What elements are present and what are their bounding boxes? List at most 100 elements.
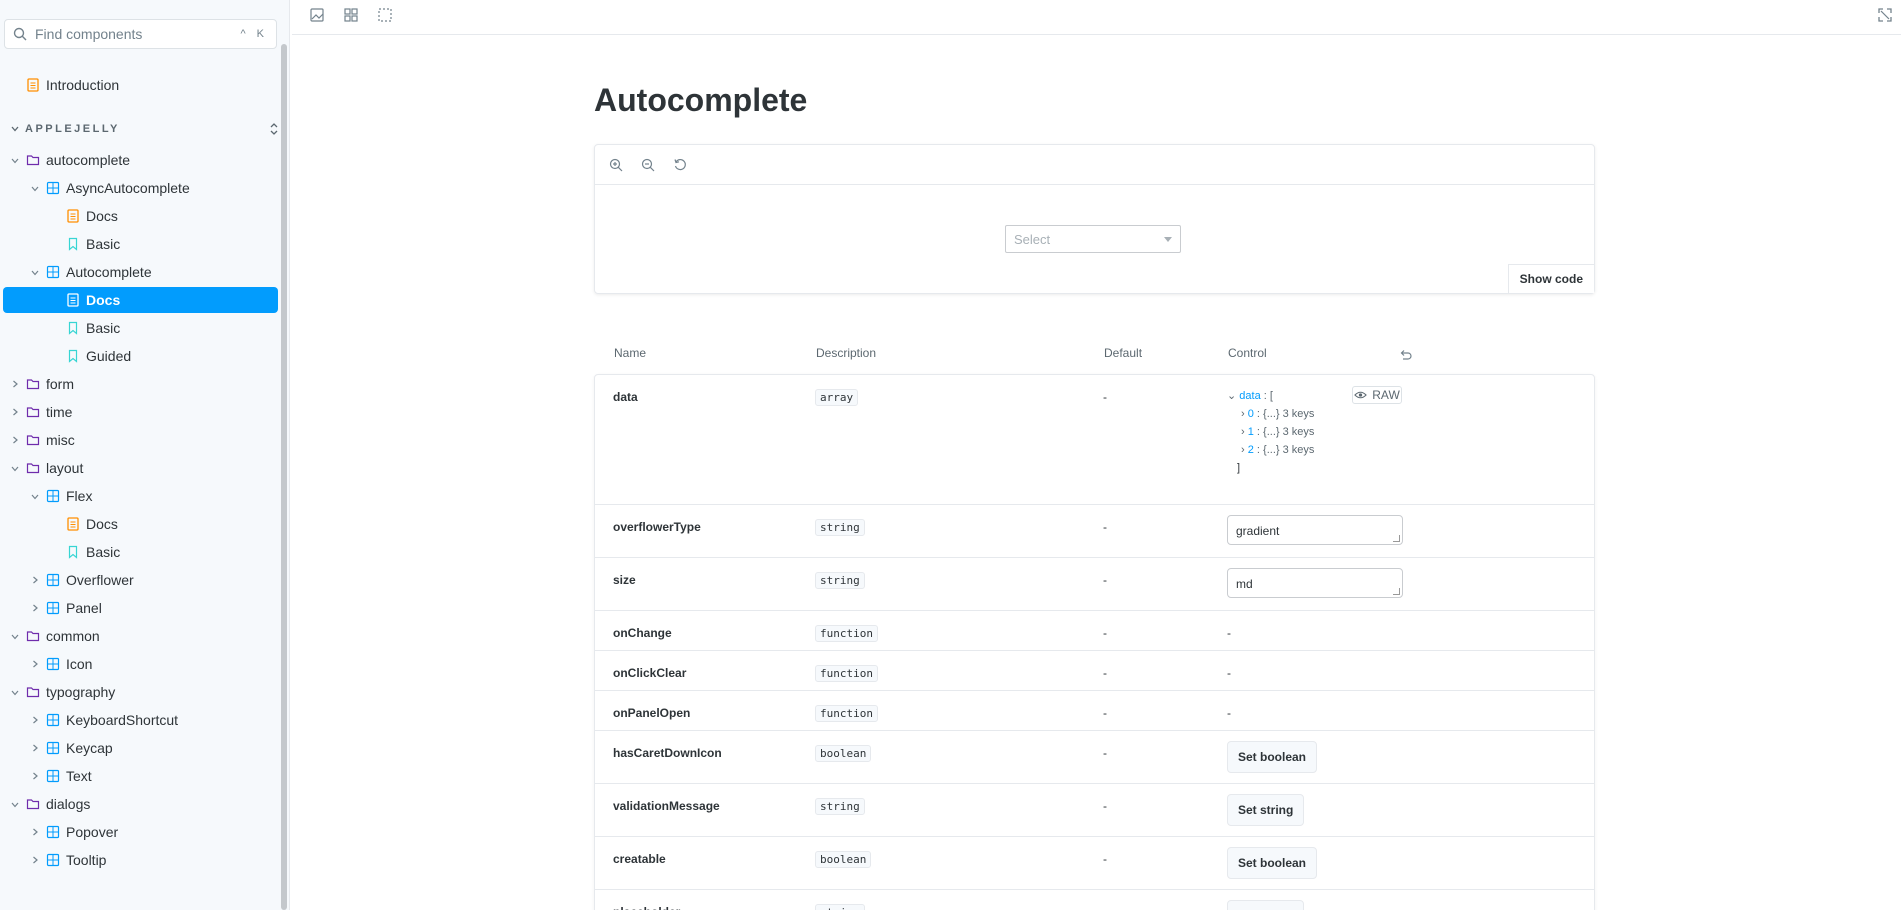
sidebar-item-label: Popover — [66, 824, 119, 840]
chevron-down-icon — [31, 494, 39, 500]
sidebar-item-label: Docs — [86, 208, 118, 224]
chevron-right-icon — [33, 772, 38, 780]
sidebar-item-label: Text — [66, 768, 92, 784]
toolbar — [292, 0, 1901, 35]
autocomplete-select[interactable]: Select — [1005, 225, 1181, 253]
sidebar-item-misc[interactable]: misc — [0, 427, 75, 453]
chevron-down-icon — [31, 186, 39, 192]
sidebar-item-typography[interactable]: typography — [0, 679, 115, 705]
sidebar-item-text[interactable]: Text — [0, 763, 92, 789]
preview-toolbar — [595, 145, 1594, 185]
sidebar-item-basic[interactable]: Basic — [0, 231, 120, 257]
sidebar: Find components ^ K Introduction APPLEJE… — [0, 0, 290, 910]
text-field[interactable]: md — [1227, 568, 1403, 598]
sidebar-item-docs[interactable]: Docs — [3, 287, 278, 313]
object-control[interactable]: ⌄ data : [› 0 : {...} 3 keys › 1 : {...} … — [1227, 387, 1314, 477]
sidebar-item-label: Autocomplete — [66, 264, 152, 280]
args-table: data array - ⌄ data : [› 0 : {...} 3 key… — [594, 374, 1595, 910]
sidebar-item-panel[interactable]: Panel — [0, 595, 102, 621]
sidebar-item-label: Docs — [86, 292, 121, 308]
sidebar-item-common[interactable]: common — [0, 623, 100, 649]
sidebar-item-label: form — [46, 376, 74, 392]
set-string-button[interactable]: Set string — [1227, 794, 1305, 826]
raw-button[interactable]: RAW — [1352, 386, 1402, 404]
arg-type: string — [815, 519, 865, 536]
sidebar-item-overflower[interactable]: Overflower — [0, 567, 134, 593]
docs-canvas: Autocomplete Select Show code Name Descr… — [292, 36, 1901, 910]
table-row: data array - ⌄ data : [› 0 : {...} 3 key… — [595, 375, 1594, 505]
search-icon — [13, 27, 27, 41]
sidebar-item-label: AsyncAutocomplete — [66, 180, 190, 196]
json-entry[interactable]: › 2 : {...} 3 keys — [1227, 441, 1314, 459]
sidebar-item-keyboardshortcut[interactable]: KeyboardShortcut — [0, 707, 178, 733]
sidebar-item-asyncautocomplete[interactable]: AsyncAutocomplete — [0, 175, 190, 201]
sidebar-item-autocomplete[interactable]: Autocomplete — [0, 259, 152, 285]
component-icon — [46, 601, 60, 615]
search-input[interactable]: Find components ^ K — [4, 19, 277, 49]
size-input[interactable]: md — [1227, 568, 1403, 598]
arg-type: function — [815, 625, 878, 642]
zoom-out-icon[interactable] — [641, 158, 655, 172]
json-entry[interactable]: › 1 : {...} 3 keys — [1227, 423, 1314, 441]
sidebar-item-docs[interactable]: Docs — [0, 511, 118, 537]
sidebar-item-time[interactable]: time — [0, 399, 72, 425]
chevron-right-icon — [13, 408, 18, 416]
show-code-button[interactable]: Show code — [1507, 264, 1594, 293]
component-icon — [46, 181, 60, 195]
sidebar-item-icon[interactable]: Icon — [0, 651, 92, 677]
text-field[interactable]: gradient — [1227, 515, 1403, 545]
arg-name: hasCaretDownIcon — [613, 746, 722, 760]
component-icon — [46, 741, 60, 755]
arg-name: data — [613, 390, 638, 404]
sidebar-item-form[interactable]: form — [0, 371, 74, 397]
sidebar-section-header[interactable]: APPLEJELLY — [10, 119, 280, 139]
component-icon — [46, 713, 60, 727]
json-entry[interactable]: › 0 : {...} 3 keys — [1227, 405, 1314, 423]
fullscreen-icon[interactable] — [1877, 7, 1893, 23]
zoom-in-icon[interactable] — [609, 158, 623, 172]
sidebar-item-introduction[interactable]: Introduction — [26, 72, 119, 98]
table-row: overflowerType string - gradient — [595, 505, 1594, 558]
sidebar-item-autocomplete[interactable]: autocomplete — [0, 147, 130, 173]
outline-icon[interactable] — [377, 7, 393, 23]
sidebar-item-label: Introduction — [46, 77, 120, 93]
component-icon — [46, 853, 60, 867]
sidebar-item-label: Basic — [86, 544, 121, 560]
sidebar-item-popover[interactable]: Popover — [0, 819, 118, 845]
bookmark-icon — [68, 349, 78, 363]
sidebar-item-label: Basic — [86, 320, 121, 336]
set-boolean-button[interactable]: Set boolean — [1227, 741, 1318, 773]
grid-icon[interactable] — [343, 7, 359, 23]
chevron-right-icon — [13, 436, 18, 444]
bookmark-icon — [68, 237, 78, 251]
sidebar-item-label: Keycap — [66, 740, 113, 756]
table-row: placeholder string - Set string — [595, 890, 1594, 910]
reset-controls-icon[interactable] — [1398, 348, 1412, 362]
sidebar-item-flex[interactable]: Flex — [0, 483, 92, 509]
folder-icon — [26, 463, 40, 474]
sidebar-item-docs[interactable]: Docs — [0, 203, 118, 229]
image-icon[interactable] — [309, 7, 325, 23]
set-boolean-button[interactable]: Set boolean — [1227, 847, 1318, 879]
overflowerType-input[interactable]: gradient — [1227, 515, 1403, 545]
search-shortcut: ^ K — [240, 28, 268, 40]
sidebar-item-basic[interactable]: Basic — [0, 539, 120, 565]
expand-collapse-icon[interactable] — [268, 121, 280, 137]
folder-icon — [26, 155, 40, 166]
sidebar-item-guided[interactable]: Guided — [0, 343, 131, 369]
sidebar-item-layout[interactable]: layout — [0, 455, 83, 481]
sidebar-item-keycap[interactable]: Keycap — [0, 735, 113, 761]
arg-default: - — [1103, 905, 1107, 910]
search-placeholder: Find components — [35, 26, 143, 42]
json-root[interactable]: ⌄ data : [ — [1227, 387, 1314, 405]
set-string-button[interactable]: Set string — [1227, 900, 1305, 910]
component-icon — [46, 489, 60, 503]
sidebar-item-basic[interactable]: Basic — [0, 315, 120, 341]
sidebar-item-tooltip[interactable]: Tooltip — [0, 847, 106, 873]
arg-default: - — [1103, 573, 1107, 587]
select-placeholder: Select — [1014, 232, 1051, 247]
zoom-reset-icon[interactable] — [673, 158, 687, 172]
sidebar-scrollbar[interactable] — [281, 44, 287, 910]
sidebar-item-label: misc — [46, 432, 75, 448]
sidebar-item-dialogs[interactable]: dialogs — [0, 791, 90, 817]
